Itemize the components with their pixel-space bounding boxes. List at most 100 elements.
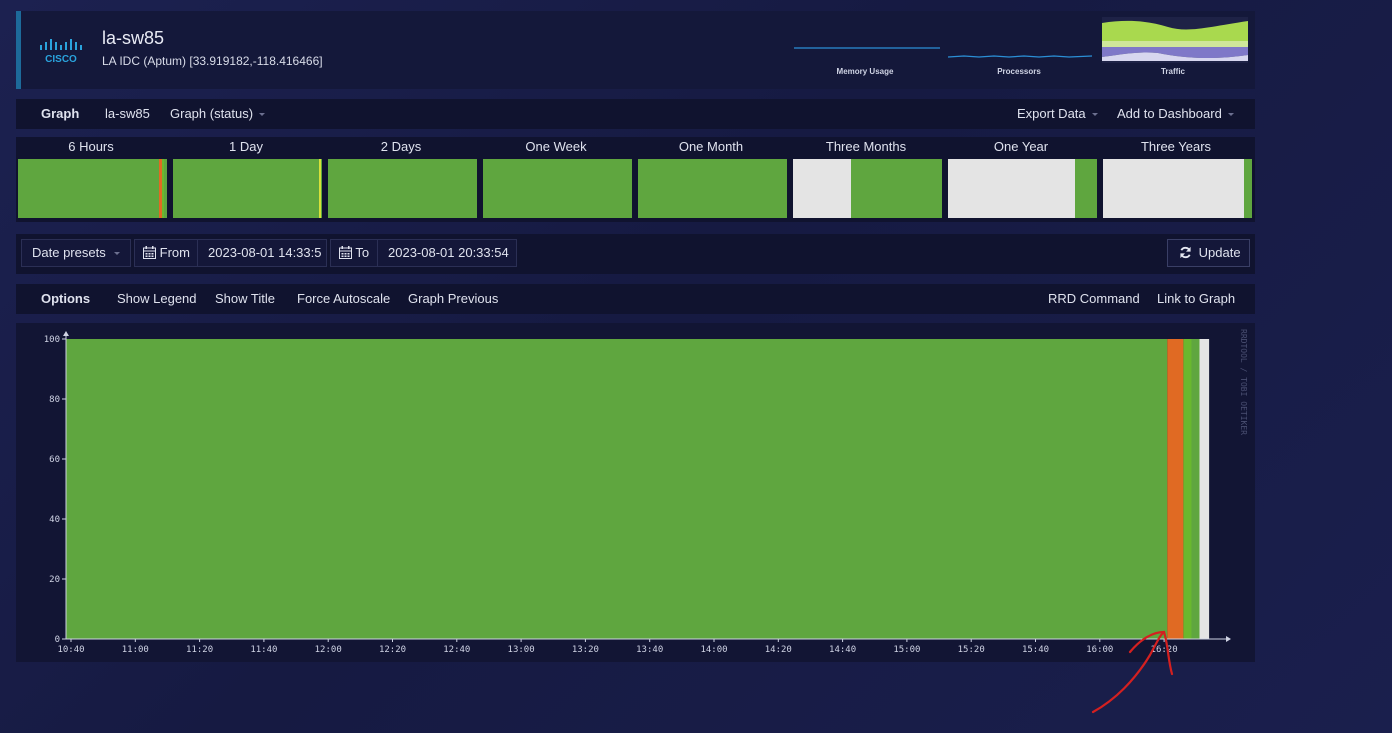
chart-segment-down [1167, 339, 1184, 639]
thumb-graph [1103, 159, 1252, 218]
traffic-graph[interactable]: Traffic [1098, 17, 1248, 76]
thumb-graph [18, 159, 167, 218]
thumb-graph [483, 159, 632, 218]
thumb-2-days[interactable]: 2 Days [326, 137, 477, 222]
thumb-title: One Month [678, 139, 744, 154]
x-tick-label: 14:00 [700, 645, 727, 655]
rrdtool-watermark: RRDTOOL / TOBI OETIKER [1239, 329, 1248, 435]
from-input[interactable]: 2023-08-01 14:33:5 [197, 239, 327, 267]
y-tick-label: 20 [49, 575, 60, 585]
link-to-graph[interactable]: Link to Graph [1157, 284, 1235, 314]
thumb-graph [328, 159, 477, 218]
thumb-title: 6 Hours [68, 139, 114, 154]
chevron-down-icon [259, 113, 266, 117]
traffic-label: Traffic [1160, 67, 1185, 76]
thumb-three-months[interactable]: Three Months [791, 137, 942, 222]
x-tick-label: 15:20 [958, 645, 985, 655]
y-axis-arrow [63, 331, 69, 336]
show-title-link[interactable]: Show Title [215, 284, 275, 314]
date-range-bar: Date presets From 2023-08-01 14:33:5 To … [16, 234, 1255, 274]
x-tick-label: 15:40 [1022, 645, 1049, 655]
force-autoscale-link[interactable]: Force Autoscale [297, 284, 390, 314]
export-data-dropdown[interactable]: Export Data [1017, 99, 1098, 129]
x-tick-label: 11:00 [122, 645, 149, 655]
add-to-dashboard-dropdown[interactable]: Add to Dashboard [1117, 99, 1234, 129]
thumb-1-day[interactable]: 1 Day [171, 137, 322, 222]
x-axis-arrow [1226, 636, 1231, 642]
graph-type-label: Graph (status) [170, 106, 254, 121]
chevron-down-icon [114, 252, 120, 255]
show-legend-link[interactable]: Show Legend [117, 284, 197, 314]
tab-graph[interactable]: Graph [41, 99, 79, 129]
thumb-title: One Year [993, 139, 1049, 154]
thumb-title: 2 Days [380, 139, 422, 154]
memory-usage-graph[interactable]: Memory Usage [790, 27, 940, 76]
options-bar: Options Show Legend Show Title Force Aut… [16, 284, 1255, 314]
thumb-title: Three Years [1140, 139, 1212, 154]
x-tick-label: 14:20 [765, 645, 792, 655]
y-tick-label: 80 [49, 395, 60, 405]
date-presets-select[interactable]: Date presets [21, 239, 131, 267]
x-tick-label: 12:00 [315, 645, 342, 655]
x-tick-label: 10:40 [57, 645, 84, 655]
chart-segment-up-shade [1191, 339, 1200, 639]
thumb-graph [793, 159, 942, 218]
to-label: To [355, 245, 370, 260]
from-addon: From [134, 239, 198, 267]
device-location: LA IDC (Aptum) [33.919182,-118.416466] [102, 54, 323, 68]
x-tick-label: 13:40 [636, 645, 663, 655]
period-thumbnails: 6 Hours 1 Day 2 Days One Week One Month … [16, 137, 1255, 222]
thumb-title: 1 Day [229, 139, 263, 154]
refresh-icon [1180, 246, 1191, 259]
processors-graph[interactable]: Processors [944, 27, 1094, 76]
graph-previous-link[interactable]: Graph Previous [408, 284, 498, 314]
to-input[interactable]: 2023-08-01 20:33:54 [377, 239, 517, 267]
x-tick-label: 14:40 [829, 645, 856, 655]
calendar-icon [339, 246, 352, 259]
update-label: Update [1198, 245, 1241, 260]
rrd-command-link[interactable]: RRD Command [1048, 284, 1140, 314]
y-tick-label: 0 [55, 635, 60, 645]
thumb-graph [173, 159, 322, 218]
logo-text: CISCO [45, 54, 77, 65]
thumb-title: Three Months [825, 139, 907, 154]
thumb-one-week[interactable]: One Week [481, 137, 632, 222]
y-tick-label: 60 [49, 455, 60, 465]
x-tick-label: 13:00 [508, 645, 535, 655]
to-addon: To [330, 239, 378, 267]
memory-usage-label: Memory Usage [836, 67, 894, 76]
update-button[interactable]: Update [1167, 239, 1250, 267]
processors-label: Processors [997, 67, 1041, 76]
chevron-down-icon [1091, 113, 1098, 117]
status-chart[interactable]: 0 20 40 60 80 100 10:40 11:00 11:20 11:40 12:00 12… [16, 323, 1255, 662]
thumb-one-month[interactable]: One Month [636, 137, 787, 222]
calendar-icon [143, 246, 156, 259]
annotation-arrow [1091, 630, 1174, 714]
tab-device[interactable]: la-sw85 [105, 99, 150, 129]
device-name[interactable]: la-sw85 [102, 28, 164, 49]
x-tick-label: 12:40 [443, 645, 470, 655]
x-tick-label: 11:20 [186, 645, 213, 655]
thumb-three-years[interactable]: Three Years [1101, 137, 1252, 222]
thumb-title: One Week [525, 139, 587, 154]
y-tick-label: 40 [49, 515, 60, 525]
thumb-6-hours[interactable]: 6 Hours [16, 137, 167, 222]
thumb-one-year[interactable]: One Year [946, 137, 1097, 222]
status-graph-panel: 0 20 40 60 80 100 10:40 11:00 11:20 11:40 12:00 12… [16, 323, 1255, 662]
thumb-graph [948, 159, 1097, 218]
cisco-logo: CISCO [40, 39, 82, 65]
chart-segment-empty [1199, 339, 1210, 639]
graph-tabbar: Graph la-sw85 Graph (status) Export Data… [16, 99, 1255, 129]
chart-segment-up [66, 339, 1168, 639]
export-data-label: Export Data [1017, 106, 1086, 121]
x-tick-label: 11:40 [250, 645, 277, 655]
thumb-graph [638, 159, 787, 218]
add-to-dashboard-label: Add to Dashboard [1117, 106, 1222, 121]
date-presets-label: Date presets [32, 245, 106, 260]
x-tick-label: 15:00 [893, 645, 920, 655]
from-label: From [159, 245, 190, 260]
graph-type-dropdown[interactable]: Graph (status) [170, 99, 266, 129]
x-tick-label: 12:20 [379, 645, 406, 655]
device-header: CISCO la-sw85 LA IDC (Aptum) [33.919182,… [16, 11, 1255, 89]
x-tick-label: 13:20 [572, 645, 599, 655]
